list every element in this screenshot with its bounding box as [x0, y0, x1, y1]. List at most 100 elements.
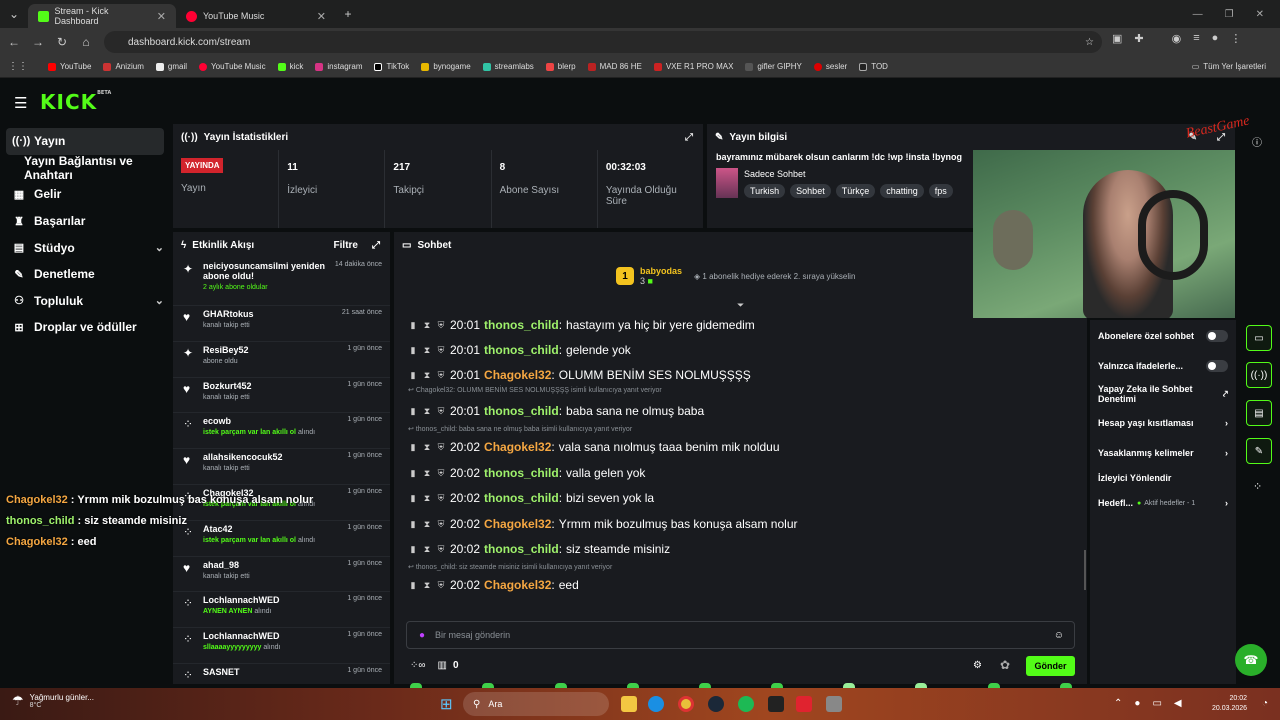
timeout-icon[interactable]: ⧗: [422, 468, 432, 479]
ban-icon[interactable]: ⛨: [436, 519, 446, 530]
tag[interactable]: Sohbet: [790, 183, 831, 198]
bookmark-item[interactable]: gifler GIPHY: [739, 62, 807, 71]
epic-games-icon[interactable]: [768, 696, 784, 712]
ban-icon[interactable]: ⛨: [436, 580, 446, 591]
chat-message[interactable]: ▮ ⧗ ⛨ 20:01 thonos_child: baba sana ne olmuş …: [408, 404, 705, 418]
bookmark-item[interactable]: MAD 86 HE: [582, 62, 648, 71]
app-icon[interactable]: [826, 696, 842, 712]
close-tab-icon[interactable]: ✕: [157, 10, 166, 23]
chat-message[interactable]: ▮ ⧗ ⛨ 20:02 thonos_child: bizi seven yok la: [408, 491, 655, 505]
menu-kebab-icon[interactable]: ⋮: [1230, 32, 1241, 45]
bookmark-item[interactable]: VXE R1 PRO MAX: [648, 62, 740, 71]
message-username[interactable]: thonos_child: [484, 404, 559, 418]
feed-item[interactable]: ♥ Bozkurt452 kanalı takip etti 1 gün önce: [173, 378, 390, 414]
emoji-icon[interactable]: ☺: [1054, 630, 1064, 641]
profile-avatar-icon[interactable]: ◉: [1172, 32, 1182, 45]
timeout-icon[interactable]: ⧗: [422, 406, 432, 417]
bookmark-item[interactable]: YouTube Music: [193, 62, 272, 71]
filter-button[interactable]: Filtre: [334, 240, 358, 251]
support-button[interactable]: ☎: [1235, 644, 1267, 676]
feed-item[interactable]: ⁘ Atac42 istek parçam var lan akıllı ol al…: [173, 521, 390, 557]
popout-icon[interactable]: ⤢: [685, 132, 693, 143]
community-icon[interactable]: ⁘: [1253, 480, 1262, 493]
sidebar-item-droplar[interactable]: ⊞ Droplar ve ödüller: [0, 314, 164, 341]
feed-item[interactable]: ⁘ SASNET 1 gün önce: [173, 664, 390, 684]
delete-icon[interactable]: ▮: [408, 442, 418, 453]
bookmark-item[interactable]: Anizium: [97, 62, 149, 71]
feed-item[interactable]: ✦ ResiBey52 abone oldu 1 gün önce: [173, 342, 390, 378]
timeout-icon[interactable]: ⧗: [422, 345, 432, 356]
sidebar-item-basarilar[interactable]: ♜ Başarılar: [0, 208, 164, 235]
ban-icon[interactable]: ⛨: [436, 370, 446, 381]
weather-widget[interactable]: ☂ Yağmurlu günler... 8°C: [12, 693, 94, 709]
chat-filter-icon[interactable]: ⏷: [737, 300, 744, 311]
save-sidebar-button[interactable]: ▤: [1246, 400, 1272, 426]
feed-item[interactable]: ♥ allahsikencocuk52 kanalı takip etti 1 gün…: [173, 449, 390, 485]
delete-icon[interactable]: ▮: [408, 493, 418, 504]
toggle-switch[interactable]: [1206, 330, 1228, 342]
discord-icon[interactable]: [796, 696, 812, 712]
mod-sidebar-button[interactable]: ✎: [1246, 438, 1272, 464]
bookmark-item[interactable]: blerp: [540, 62, 582, 71]
timeout-icon[interactable]: ⧗: [422, 544, 432, 555]
popout-icon[interactable]: ⤢: [372, 240, 380, 251]
message-username[interactable]: thonos_child: [484, 542, 559, 556]
bookmark-item[interactable]: kick: [272, 62, 310, 71]
timeout-icon[interactable]: ⧗: [422, 442, 432, 453]
message-username[interactable]: thonos_child: [484, 318, 559, 332]
ban-icon[interactable]: ⛨: [436, 544, 446, 555]
delete-icon[interactable]: ▮: [408, 468, 418, 479]
tag[interactable]: fps: [928, 183, 953, 198]
feed-item[interactable]: ⁘ ecowb istek parçam var lan akıllı ol alı…: [173, 413, 390, 450]
chat-message[interactable]: ▮ ⧗ ⛨ 20:02 Chagokel32: Yrmm mik bozulmuş bas…: [408, 517, 798, 531]
ban-icon[interactable]: ⛨: [436, 468, 446, 479]
sidebar-item-studyo[interactable]: ▤ Stüdyo ⌄: [0, 234, 164, 261]
chat-message[interactable]: ▮ ⧗ ⛨ 20:01 Chagokel32: OLUMM BENİM SES NOLMU…: [408, 368, 751, 382]
tray-chevron-icon[interactable]: ⌃: [1114, 698, 1122, 709]
delete-icon[interactable]: ▮: [408, 519, 418, 530]
feed-item[interactable]: ♥ GHARtokus kanalı takip etti 21 saat önce: [173, 306, 390, 342]
bookmark-item[interactable]: streamlabs: [477, 62, 540, 71]
address-bar[interactable]: dashboard.kick.com/stream ☆: [104, 31, 1102, 53]
extension-icon[interactable]: ▣: [1112, 32, 1122, 45]
message-username[interactable]: thonos_child: [484, 466, 559, 480]
mic-icon[interactable]: ●: [419, 630, 425, 641]
chat-message[interactable]: ▮ ⧗ ⛨ 20:01 thonos_child: hastayım ya hiç bir…: [408, 318, 755, 332]
bookmark-item[interactable]: TOD: [853, 62, 894, 71]
reload-icon[interactable]: ↻: [50, 35, 74, 49]
bookmark-item[interactable]: gmail: [150, 62, 193, 71]
delete-icon[interactable]: ▮: [408, 345, 418, 356]
chat-settings-icon[interactable]: ⚙: [973, 660, 982, 671]
tag[interactable]: Türkçe: [835, 183, 876, 198]
maximize-icon[interactable]: ❐: [1225, 9, 1234, 20]
message-username[interactable]: thonos_child: [484, 491, 559, 505]
delete-icon[interactable]: ▮: [408, 580, 418, 591]
tag[interactable]: Turkish: [744, 183, 786, 198]
tab-kick-dashboard[interactable]: Stream - Kick Dashboard ✕: [28, 4, 176, 28]
banned-words-row[interactable]: Yasaklanmış kelimeler ›: [1098, 448, 1228, 458]
feed-item[interactable]: ⁘ LochlannachWED sllaaaayyyyyyyyy alındı 1 …: [173, 628, 390, 664]
steam-icon[interactable]: [708, 696, 724, 712]
delete-icon[interactable]: ▮: [408, 406, 418, 417]
store-icon[interactable]: ▥: [438, 660, 447, 671]
window-close-icon[interactable]: ✕: [1256, 9, 1264, 20]
chat-message[interactable]: ▮ ⧗ ⛨ 20:02 Chagokel32: eed: [408, 578, 579, 592]
sidebar-item-yayin[interactable]: ((·)) Yayın: [6, 128, 164, 155]
back-icon[interactable]: ←: [2, 35, 26, 49]
viewer-redirect-row[interactable]: İzleyici Yönlendir: [1098, 473, 1228, 483]
ban-icon[interactable]: ⛨: [436, 493, 446, 504]
clock[interactable]: 20:02 20.03.2026: [1212, 694, 1247, 714]
forward-icon[interactable]: →: [26, 35, 50, 49]
windows-start-icon[interactable]: ⊞: [440, 695, 453, 713]
profile-icon[interactable]: ●: [1212, 32, 1219, 45]
tag[interactable]: chatting: [880, 183, 924, 198]
sidebar-item-topluluk[interactable]: ⚇ Topluluk ⌄: [0, 288, 164, 315]
bookmark-item[interactable]: TikTok: [368, 62, 415, 71]
kick-logo[interactable]: KICKBETA: [40, 90, 111, 114]
broadcast-sidebar-button[interactable]: ((·)): [1246, 362, 1272, 388]
points-icon[interactable]: ⁘∞: [410, 660, 426, 671]
delete-icon[interactable]: ▮: [408, 544, 418, 555]
message-username[interactable]: Chagokel32: [484, 368, 551, 382]
bookmark-item[interactable]: instagram: [309, 62, 368, 71]
message-username[interactable]: Chagokel32: [484, 578, 551, 592]
